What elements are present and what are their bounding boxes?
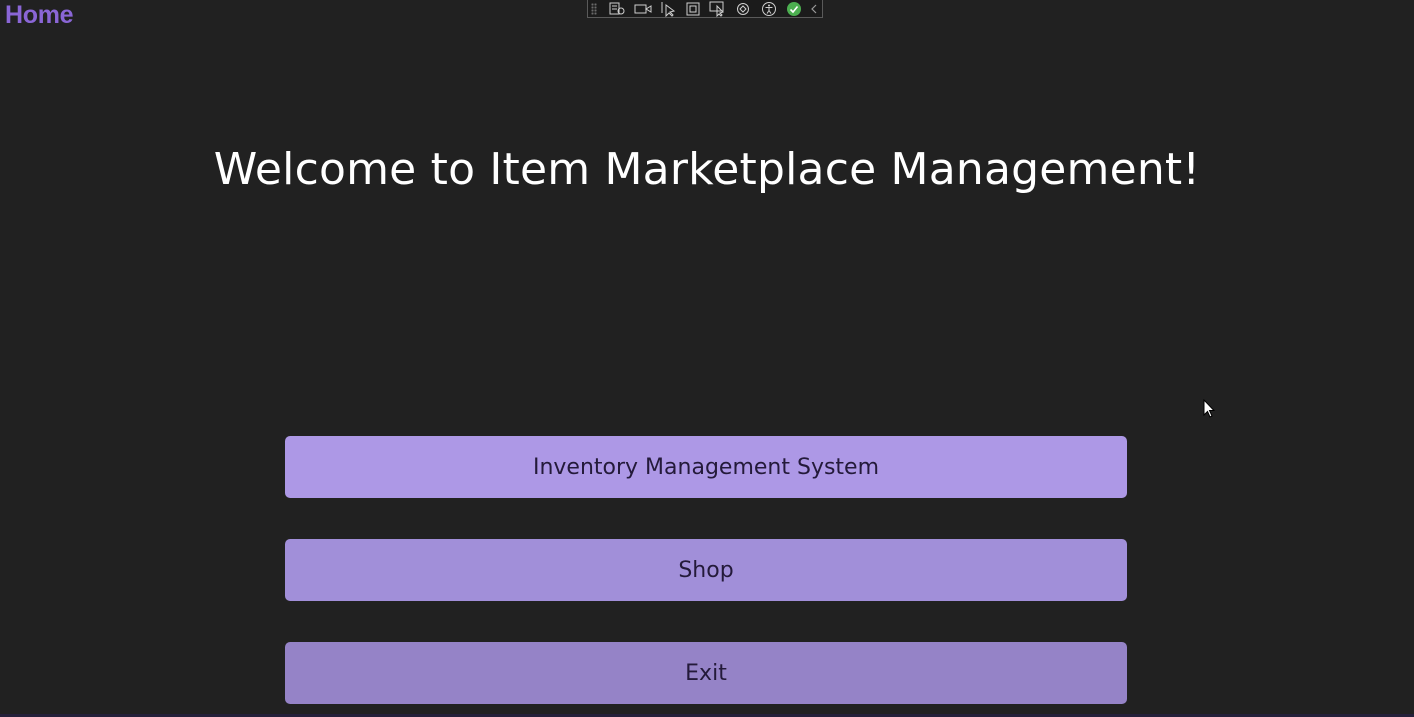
hot-reload-icon[interactable]: [731, 1, 756, 17]
track-focus-icon[interactable]: [706, 1, 731, 17]
binding-ok-icon[interactable]: [781, 1, 806, 17]
select-element-icon[interactable]: [655, 1, 680, 17]
page-title: Home: [5, 1, 74, 29]
live-visual-tree-icon[interactable]: [605, 1, 630, 17]
collapse-toolbar-icon[interactable]: [806, 1, 822, 17]
shop-button[interactable]: Shop: [285, 539, 1127, 601]
toolbar-grip-handle[interactable]: [591, 2, 597, 15]
record-icon[interactable]: [630, 1, 655, 17]
xaml-debug-toolbar: [587, 0, 823, 18]
exit-button[interactable]: Exit: [285, 642, 1127, 704]
display-layout-adorners-icon[interactable]: [680, 1, 705, 17]
accessibility-checker-icon[interactable]: [756, 1, 781, 17]
mouse-pointer-icon: [1203, 398, 1216, 423]
inventory-management-button[interactable]: Inventory Management System: [285, 436, 1127, 498]
app-window: Home Welcome to Item Marketplace Managem…: [0, 0, 1414, 717]
welcome-heading: Welcome to Item Marketplace Management!: [213, 144, 1201, 195]
